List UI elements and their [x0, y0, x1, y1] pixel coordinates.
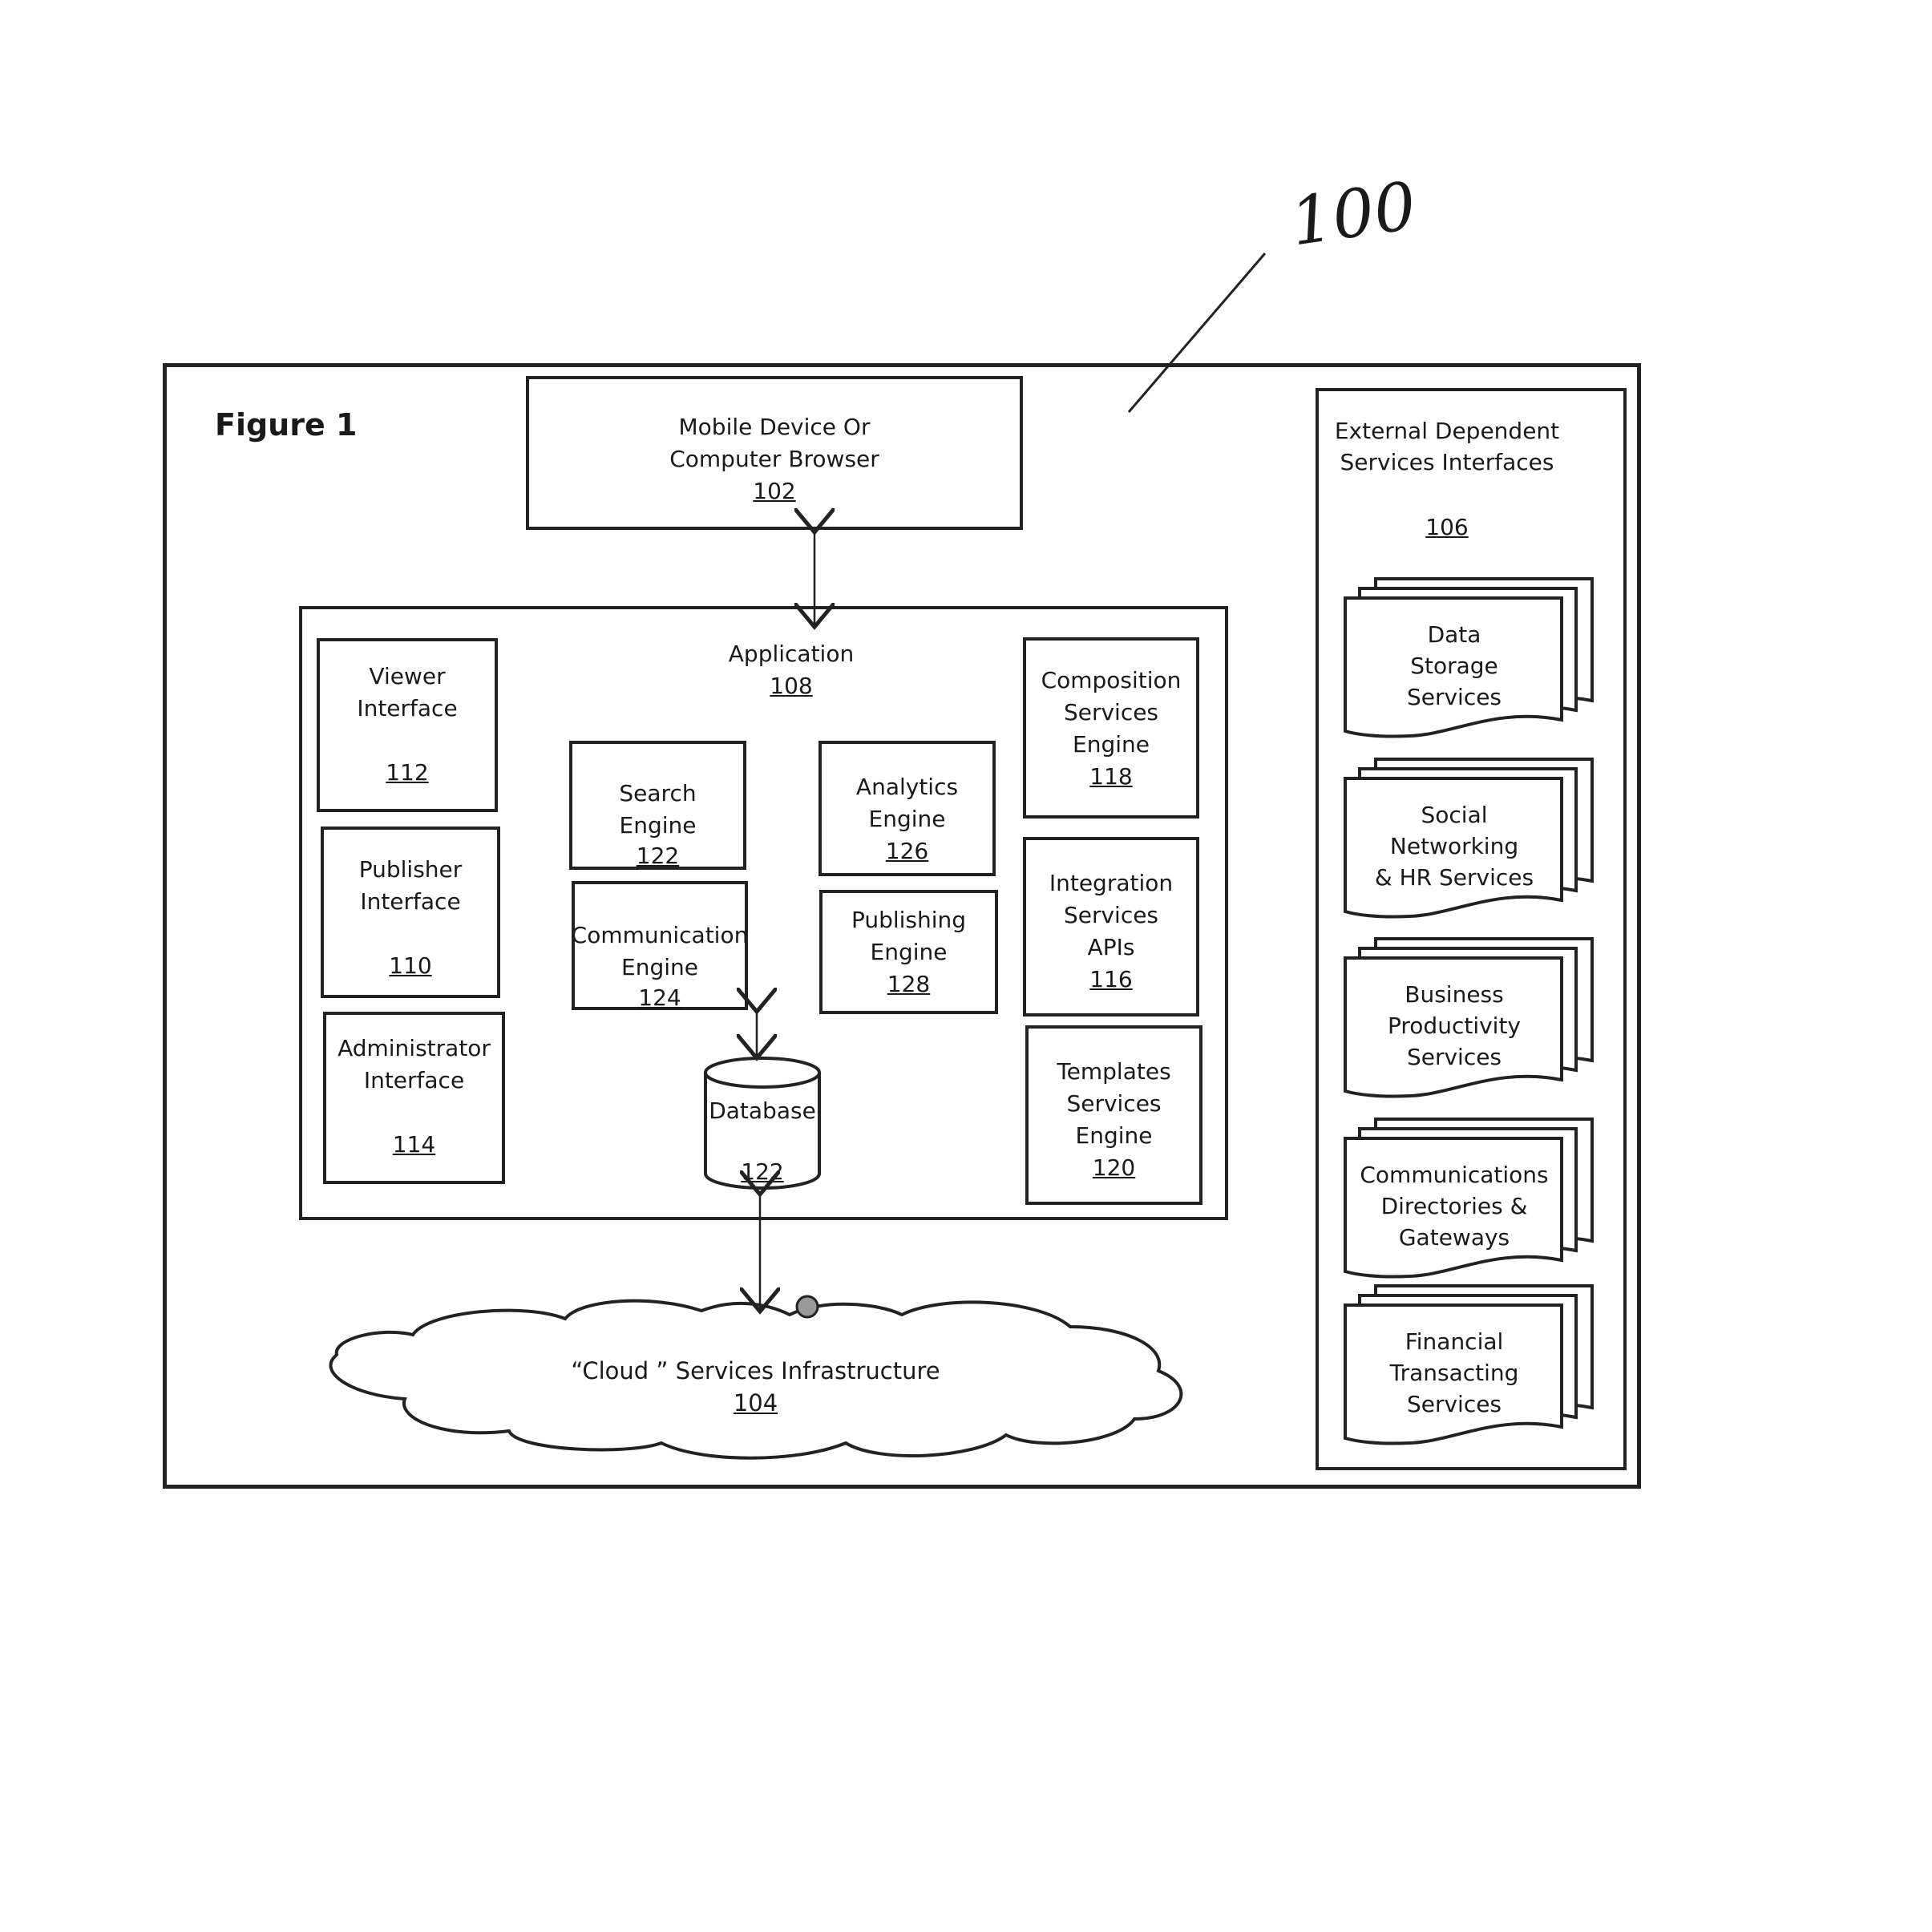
- search-engine-box[interactable]: Search Engine 122: [569, 741, 746, 870]
- integration-line-2: Services: [1063, 902, 1159, 928]
- external-service-line-2: Services: [1406, 684, 1502, 710]
- client-ref: 102: [753, 478, 796, 504]
- publisher-ref: 110: [389, 952, 432, 979]
- publisher-interface-box[interactable]: Publisher Interface 110: [321, 827, 500, 998]
- publishing-line-2: Engine: [870, 939, 948, 965]
- cloud-services-infrastructure[interactable]: “Cloud ” Services Infrastructure 104: [317, 1283, 1194, 1467]
- external-service-label: Business Productivity Services: [1344, 979, 1565, 1073]
- external-service-4[interactable]: Financial Transacting Services: [1344, 1283, 1600, 1451]
- figure-label: Figure 1: [215, 407, 358, 443]
- external-service-line-1: Directories &: [1380, 1193, 1528, 1219]
- external-service-label: Communications Directories & Gateways: [1344, 1159, 1565, 1253]
- publishing-ref: 128: [887, 971, 931, 997]
- external-service-line-2: & HR Services: [1374, 864, 1534, 891]
- composition-ref: 118: [1089, 763, 1133, 790]
- templates-line-3: Engine: [1075, 1122, 1153, 1149]
- analytics-line-1: Analytics: [855, 774, 959, 800]
- administrator-interface-box[interactable]: Administrator Interface 114: [323, 1012, 505, 1184]
- search-line-1: Search: [619, 780, 697, 806]
- external-service-line-1: Storage: [1410, 653, 1498, 679]
- external-service-line-0: Business: [1405, 981, 1504, 1008]
- communication-ref: 124: [638, 984, 681, 1011]
- cloud-label: “Cloud ” Services Infrastructure: [571, 1357, 940, 1384]
- external-service-line-0: Communications: [1360, 1162, 1549, 1188]
- database-cylinder[interactable]: Database 122: [702, 1055, 823, 1193]
- system-reference-number: 100: [1286, 168, 1421, 261]
- templates-services-engine-box[interactable]: Templates Services Engine 120: [1025, 1025, 1202, 1205]
- administrator-line-2: Interface: [363, 1067, 465, 1093]
- client-line-1: Mobile Device Or: [678, 414, 871, 440]
- external-service-line-2: Services: [1406, 1044, 1502, 1070]
- viewer-line-2: Interface: [357, 695, 458, 721]
- external-service-label: Data Storage Services: [1344, 619, 1565, 713]
- analytics-engine-box[interactable]: Analytics Engine 126: [818, 741, 996, 876]
- administrator-line-1: Administrator: [337, 1035, 491, 1061]
- analytics-line-2: Engine: [868, 806, 946, 832]
- communication-engine-box[interactable]: Communication Engine 124: [571, 881, 749, 1011]
- integration-services-apis-box[interactable]: Integration Services APIs 116: [1023, 837, 1199, 1017]
- publisher-line-1: Publisher: [358, 856, 463, 883]
- external-line-2: Services Interfaces: [1340, 449, 1554, 475]
- composition-line-1: Composition: [1041, 667, 1182, 693]
- database-label: Database: [709, 1097, 816, 1124]
- external-service-line-1: Productivity: [1388, 1012, 1521, 1039]
- external-service-line-1: Transacting: [1389, 1360, 1519, 1386]
- database-ref: 122: [741, 1158, 784, 1185]
- templates-line-2: Services: [1066, 1090, 1162, 1117]
- external-service-label: Financial Transacting Services: [1344, 1326, 1565, 1420]
- integration-ref: 116: [1089, 966, 1133, 992]
- connector-node-icon: [795, 1295, 819, 1319]
- external-service-3[interactable]: Communications Directories & Gateways: [1344, 1116, 1600, 1284]
- viewer-interface-box[interactable]: Viewer Interface 112: [317, 638, 498, 812]
- external-service-1[interactable]: Social Networking & HR Services: [1344, 756, 1600, 924]
- external-line-1: External Dependent: [1334, 418, 1560, 444]
- external-service-line-2: Services: [1406, 1391, 1502, 1417]
- publishing-engine-box[interactable]: Publishing Engine 128: [819, 890, 998, 1014]
- viewer-line-1: Viewer: [369, 663, 446, 689]
- publishing-line-1: Publishing: [851, 907, 967, 933]
- integration-line-1: Integration: [1049, 870, 1174, 896]
- templates-ref: 120: [1092, 1154, 1136, 1181]
- cloud-ref: 104: [733, 1389, 778, 1417]
- composition-services-engine-box[interactable]: Composition Services Engine 118: [1023, 637, 1199, 818]
- search-line-2: Engine: [619, 812, 697, 839]
- communication-line-1: Communication: [571, 922, 749, 948]
- external-service-line-0: Social: [1421, 802, 1488, 828]
- external-service-label: Social Networking & HR Services: [1344, 799, 1565, 893]
- administrator-ref: 114: [392, 1131, 436, 1158]
- composition-line-3: Engine: [1073, 731, 1150, 758]
- publisher-line-2: Interface: [360, 888, 461, 915]
- templates-line-1: Templates: [1057, 1058, 1171, 1085]
- search-ref: 122: [636, 843, 680, 869]
- integration-line-3: APIs: [1087, 934, 1135, 960]
- external-ref: 106: [1425, 514, 1469, 540]
- external-service-line-2: Gateways: [1398, 1224, 1510, 1251]
- analytics-ref: 126: [885, 838, 929, 864]
- external-service-line-0: Financial: [1405, 1328, 1504, 1355]
- application-ref: 108: [770, 673, 813, 699]
- viewer-ref: 112: [386, 759, 429, 786]
- external-service-0[interactable]: Data Storage Services: [1344, 576, 1600, 744]
- communication-line-2: Engine: [621, 954, 698, 980]
- external-service-line-0: Data: [1427, 621, 1481, 648]
- client-line-2: Computer Browser: [669, 446, 879, 472]
- external-service-2[interactable]: Business Productivity Services: [1344, 936, 1600, 1104]
- external-service-line-1: Networking: [1389, 833, 1519, 859]
- client-browser-box[interactable]: Mobile Device Or Computer Browser 102: [526, 376, 1023, 530]
- application-title: Application: [728, 641, 855, 667]
- composition-line-2: Services: [1063, 699, 1159, 726]
